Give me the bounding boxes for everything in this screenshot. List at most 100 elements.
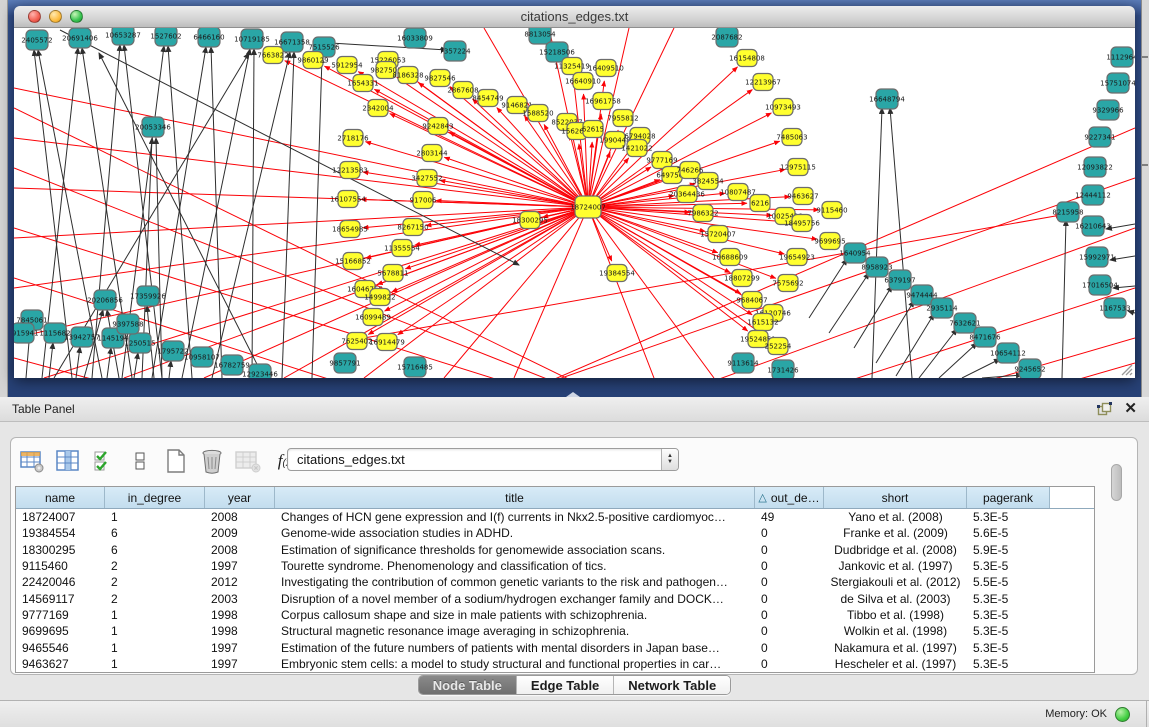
graph-node[interactable]: 10688609 <box>712 249 748 266</box>
graph-node[interactable]: 12213967 <box>745 74 781 91</box>
close-icon[interactable]: ✕ <box>1124 401 1137 417</box>
graph-node[interactable]: 1731426 <box>767 360 799 378</box>
table-row[interactable]: 969969511998Structural magnetic resonanc… <box>16 623 1094 639</box>
graph-node[interactable]: 20691406 <box>62 28 98 48</box>
table-row[interactable]: 977716911998Corpus callosum shape and si… <box>16 607 1094 623</box>
graph-node[interactable]: 1250515 <box>124 333 155 353</box>
graph-node[interactable]: 7575692 <box>772 275 803 292</box>
column-header-year[interactable]: year <box>205 487 275 508</box>
graph-node[interactable]: 12093822 <box>1077 157 1113 177</box>
graph-node[interactable]: 1654331 <box>347 75 378 92</box>
graph-node[interactable]: 9227341 <box>1084 127 1115 147</box>
graph-node[interactable]: 16107554 <box>330 191 366 208</box>
graph-node[interactable]: 9245652 <box>1014 359 1045 378</box>
graph-node[interactable]: 6379197 <box>884 270 915 290</box>
hub-node[interactable]: 18724007 <box>570 196 606 218</box>
graph-node[interactable]: 6216 <box>750 195 770 212</box>
network-graph[interactable]: 2405572 20691406 10653287 1527602 6466160 107… <box>14 28 1135 378</box>
graph-node[interactable]: 917006 <box>410 192 437 209</box>
table-row[interactable]: 946554611997Estimation of the future num… <box>16 639 1094 655</box>
graph-node[interactable]: 2342004 <box>362 100 394 117</box>
graph-node[interactable]: 9242843 <box>422 118 453 135</box>
graph-node[interactable]: 15992971 <box>1079 247 1115 267</box>
table-row[interactable]: 1872400712008Changes of HCN gene express… <box>16 509 1094 525</box>
graph-node[interactable]: 252254 <box>765 338 792 355</box>
table-select-dropdown[interactable]: citations_edges.txt ▲▼ <box>287 448 679 471</box>
graph-node[interactable]: 15716485 <box>397 357 433 377</box>
graph-node[interactable]: 16648794 <box>869 89 905 109</box>
network-window[interactable]: citations_edges.txt 2405572 20691406 10653… <box>14 6 1135 378</box>
column-header-pagerank[interactable]: pagerank <box>967 487 1050 508</box>
column-header-in_degree[interactable]: in_degree <box>105 487 205 508</box>
rows-icon[interactable] <box>127 448 153 474</box>
graph-node[interactable]: 16210643 <box>1075 216 1111 236</box>
graph-node[interactable]: 9397588 <box>112 314 143 334</box>
graph-node[interactable]: 20206856 <box>87 290 123 310</box>
graph-node[interactable]: 19384554 <box>599 265 635 282</box>
graph-node[interactable]: 6466160 <box>193 28 224 47</box>
table-vertical-scrollbar[interactable] <box>1110 464 1123 622</box>
graph-node[interactable]: 10653287 <box>105 28 141 45</box>
graph-node[interactable]: 9827546 <box>424 70 456 87</box>
graph-node[interactable]: 5678811 <box>377 265 408 282</box>
graph-node[interactable]: 12975115 <box>780 159 816 176</box>
minimize-button[interactable] <box>49 10 62 23</box>
select-columns-icon[interactable] <box>55 448 81 474</box>
column-header-title[interactable]: title <box>275 487 755 508</box>
graph-node[interactable]: 9463627 <box>787 188 818 205</box>
graph-node[interactable]: 2718176 <box>337 130 369 147</box>
graph-node[interactable]: 10719185 <box>234 29 270 49</box>
graph-node[interactable]: 9115460 <box>816 202 847 219</box>
graph-node[interactable]: 2935114 <box>926 298 958 318</box>
graph-node[interactable]: 16961758 <box>585 93 621 110</box>
table-row[interactable]: 946362711997Embryonic stem cells: a mode… <box>16 656 1094 672</box>
graph-node[interactable]: 7485063 <box>776 129 807 146</box>
graph-node[interactable]: 16154808 <box>729 50 765 67</box>
graph-node[interactable]: 7986322 <box>687 205 718 222</box>
row-checklist-icon[interactable] <box>91 448 117 474</box>
close-button[interactable] <box>28 10 41 23</box>
zoom-button[interactable] <box>70 10 83 23</box>
graph-node[interactable]: 8215958 <box>1052 202 1083 222</box>
graph-node[interactable]: 9329966 <box>1092 100 1124 120</box>
scrollbar-thumb[interactable] <box>1111 464 1122 501</box>
new-document-icon[interactable] <box>163 448 189 474</box>
graph-node[interactable]: 1167533 <box>1099 298 1130 318</box>
graph-node[interactable]: 5912954 <box>331 57 363 74</box>
graph-node[interactable]: 7357224 <box>439 41 471 61</box>
graph-node[interactable]: 17359926 <box>130 286 166 306</box>
tab-node-table[interactable]: Node Table <box>419 676 517 694</box>
import-table-icon[interactable] <box>235 448 261 474</box>
column-header-out_de[interactable]: △out_de… <box>755 487 824 508</box>
graph-node[interactable]: 18300295 <box>512 212 548 229</box>
tab-edge-table[interactable]: Edge Table <box>517 676 614 694</box>
graph-node[interactable]: 7625402 <box>341 333 372 350</box>
column-header-short[interactable]: short <box>824 487 967 508</box>
graph-node[interactable]: 18654985 <box>332 221 368 238</box>
graph-node[interactable]: 9113614 <box>727 353 759 373</box>
graph-node[interactable]: 15751074 <box>1100 73 1135 93</box>
network-window-titlebar[interactable]: citations_edges.txt <box>14 6 1135 28</box>
table-row[interactable]: 1938455462009Genome-wide association stu… <box>16 525 1094 541</box>
graph-node[interactable]: 9699695 <box>814 233 845 250</box>
graph-node[interactable]: 2405572 <box>21 30 52 50</box>
resize-grip-icon[interactable] <box>1117 360 1133 376</box>
graph-node[interactable]: 9857791 <box>329 353 360 373</box>
graph-node[interactable]: 62615 <box>582 121 604 138</box>
graph-node[interactable]: 9684067 <box>736 292 767 309</box>
float-window-icon[interactable] <box>1097 402 1112 417</box>
network-canvas[interactable]: 2405572 20691406 10653287 1527602 6466160 107… <box>14 28 1135 378</box>
table-row[interactable]: 1830029562008Estimation of significance … <box>16 542 1094 558</box>
graph-node[interactable]: 1527602 <box>150 28 181 46</box>
graph-node[interactable]: 15166852 <box>335 253 371 270</box>
column-header-name[interactable]: name <box>16 487 105 508</box>
graph-node[interactable]: 17016504 <box>1082 275 1118 295</box>
graph-node[interactable]: 12213583 <box>332 162 368 179</box>
graph-node[interactable]: 1112964 <box>1106 47 1135 67</box>
graph-node[interactable]: 8958923 <box>861 257 892 277</box>
delete-icon[interactable] <box>199 448 225 474</box>
graph-node[interactable]: 2803144 <box>416 145 448 162</box>
graph-node[interactable]: 8471676 <box>969 327 1001 347</box>
graph-node[interactable]: 19654923 <box>779 249 815 266</box>
table-settings-icon[interactable] <box>19 448 45 474</box>
